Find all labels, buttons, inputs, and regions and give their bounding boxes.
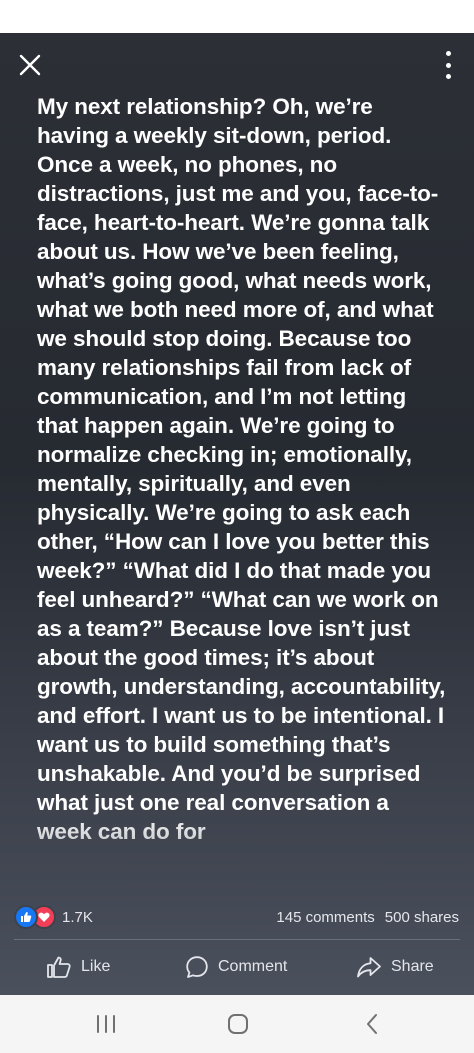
like-button[interactable]: Like xyxy=(46,943,110,991)
home-icon xyxy=(228,1014,248,1034)
more-dot-icon xyxy=(445,74,451,79)
close-icon xyxy=(19,54,41,76)
divider xyxy=(14,939,460,940)
close-button[interactable] xyxy=(14,49,46,81)
comment-label: Comment xyxy=(218,958,288,975)
back-button[interactable] xyxy=(332,995,412,1053)
more-dot-icon xyxy=(445,51,451,56)
home-button[interactable] xyxy=(198,995,278,1053)
thumbs-up-icon xyxy=(47,956,71,978)
more-dot-icon xyxy=(445,62,451,68)
comments-count[interactable]: 145 comments xyxy=(276,909,374,926)
post-viewer: My next relationship? Oh, we’re having a… xyxy=(0,33,474,995)
share-arrow-icon xyxy=(357,957,381,978)
system-navigation-bar xyxy=(0,995,474,1053)
action-bar: Like Comment Share xyxy=(0,943,474,991)
post-stats: 145 comments 500 shares xyxy=(276,909,459,926)
like-label: Like xyxy=(81,958,111,975)
shares-count[interactable]: 500 shares xyxy=(385,909,459,926)
share-button[interactable]: Share xyxy=(356,943,434,991)
reactions-summary[interactable]: 1.7K xyxy=(14,905,93,929)
post-text: My next relationship? Oh, we’re having a… xyxy=(37,94,446,844)
recent-apps-icon xyxy=(97,1015,115,1033)
share-label: Share xyxy=(391,958,434,975)
recent-apps-button[interactable] xyxy=(66,995,146,1053)
more-options-button[interactable] xyxy=(440,51,456,79)
reaction-count: 1.7K xyxy=(62,908,93,926)
comment-bubble-icon xyxy=(186,956,208,978)
back-chevron-icon xyxy=(367,1014,377,1034)
comment-button[interactable]: Comment xyxy=(185,943,287,991)
status-bar xyxy=(0,0,474,33)
like-reaction-icon xyxy=(14,905,38,929)
